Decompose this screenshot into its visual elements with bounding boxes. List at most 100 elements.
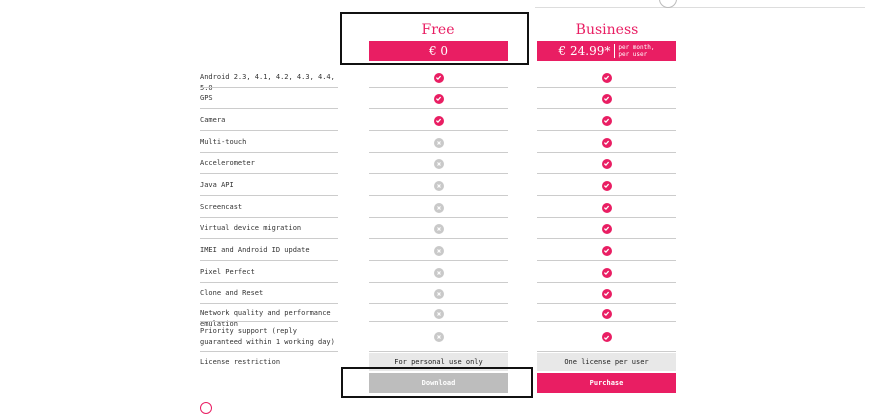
cross-icon (433, 158, 444, 169)
feature-business-cell (537, 88, 676, 109)
feature-free-cell (369, 283, 508, 304)
row-separator (200, 130, 338, 131)
feature-label: IMEI and Android ID update (200, 246, 310, 254)
feature-business-cell (537, 262, 676, 283)
cross-icon (433, 308, 444, 319)
feature-row: Java API (0, 175, 883, 196)
check-icon (433, 72, 444, 83)
highlight-free-header (340, 12, 529, 65)
row-separator (200, 303, 338, 304)
cross-icon (433, 223, 444, 234)
cross-icon (433, 137, 444, 148)
feature-free-cell (369, 175, 508, 196)
feature-free-cell (369, 67, 508, 88)
feature-row: Priority support (reply guaranteed withi… (0, 322, 883, 352)
feature-free-cell (369, 305, 508, 322)
feature-row: Network quality and performance emulatio… (0, 305, 883, 328)
row-separator (200, 173, 338, 174)
check-icon (601, 137, 612, 148)
feature-business-cell (537, 132, 676, 153)
row-separator (537, 130, 676, 131)
feature-business-cell (537, 153, 676, 174)
feature-business-cell (537, 305, 676, 322)
feature-row: GPS (0, 88, 883, 109)
cross-icon (433, 288, 444, 299)
feature-business-cell (537, 240, 676, 261)
row-separator (369, 108, 508, 109)
plan-title-business: Business (575, 22, 639, 38)
row-separator (369, 260, 508, 261)
row-separator (537, 173, 676, 174)
price-unit-line1: per month, (618, 44, 655, 51)
check-icon (601, 202, 612, 213)
top-divider (535, 7, 865, 8)
feature-free-cell (369, 132, 508, 153)
bottom-circle-icon (200, 402, 212, 414)
row-separator (537, 108, 676, 109)
feature-label: Screencast (200, 203, 243, 211)
check-icon (601, 158, 612, 169)
row-separator (537, 238, 676, 239)
row-separator (537, 303, 676, 304)
feature-row: Accelerometer (0, 153, 883, 174)
row-separator (537, 260, 676, 261)
feature-label: Pixel Perfect (200, 268, 255, 276)
license-label: License restriction (200, 358, 281, 366)
feature-business-cell (537, 110, 676, 131)
feature-business-cell (537, 197, 676, 218)
feature-row: Clone and Reset (0, 283, 883, 304)
feature-row: Virtual device migration (0, 218, 883, 239)
feature-label: Java API (200, 181, 234, 189)
check-icon (601, 72, 612, 83)
row-separator (200, 260, 338, 261)
feature-label: Clone and Reset (200, 289, 264, 297)
feature-label: GPS (200, 94, 213, 102)
price-unit: per month, per user (614, 44, 654, 58)
feature-free-cell (369, 110, 508, 131)
check-icon (601, 332, 612, 342)
row-separator (200, 108, 338, 109)
feature-label: Camera (200, 116, 226, 124)
row-separator (369, 195, 508, 196)
license-business: One license per user (537, 353, 676, 371)
feature-business-cell (537, 283, 676, 304)
feature-free-cell (369, 197, 508, 218)
check-icon (601, 267, 612, 278)
feature-free-cell (369, 240, 508, 261)
feature-row: Pixel Perfect (0, 262, 883, 283)
feature-label: Multi-touch (200, 138, 247, 146)
feature-free-cell (369, 262, 508, 283)
check-icon (601, 115, 612, 126)
cross-icon (433, 267, 444, 278)
feature-business-cell (537, 67, 676, 88)
feature-row: Camera (0, 110, 883, 131)
feature-free-cell (369, 322, 508, 352)
row-separator (369, 130, 508, 131)
feature-label: Virtual device migration (200, 224, 302, 232)
highlight-download-button (341, 367, 533, 398)
row-separator (200, 238, 338, 239)
cross-icon (433, 245, 444, 256)
check-icon (601, 223, 612, 234)
feature-free-cell (369, 218, 508, 239)
purchase-button[interactable]: Purchase (537, 373, 676, 393)
feature-row: Android 2.3, 4.1, 4.2, 4.3, 4.4, 5.0 (0, 67, 883, 92)
feature-business-cell (537, 175, 676, 196)
feature-row: Screencast (0, 197, 883, 218)
check-icon (601, 308, 612, 319)
price-business-value: € 24.99* (558, 44, 611, 58)
check-icon (601, 180, 612, 191)
check-icon (601, 245, 612, 256)
check-icon (601, 288, 612, 299)
feature-label: Priority support (reply guaranteed withi… (200, 327, 335, 346)
feature-row: Multi-touch (0, 132, 883, 153)
price-business: € 24.99* per month, per user (537, 41, 676, 61)
feature-free-cell (369, 153, 508, 174)
row-separator (200, 195, 338, 196)
cross-icon (433, 180, 444, 191)
row-separator (369, 173, 508, 174)
feature-label: Accelerometer (200, 159, 255, 167)
feature-row: IMEI and Android ID update (0, 240, 883, 261)
check-icon (433, 93, 444, 104)
feature-business-cell (537, 322, 676, 352)
